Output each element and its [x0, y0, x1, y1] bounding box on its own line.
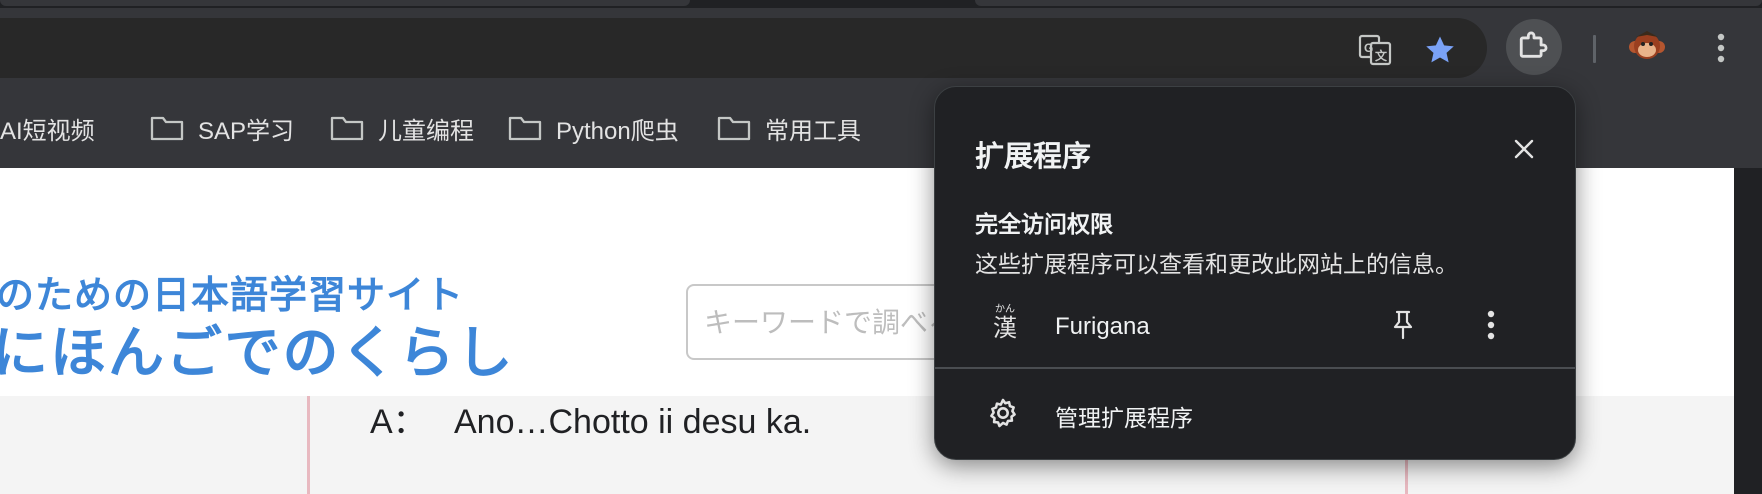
bookmark-folder[interactable]: AI短视频 [0, 110, 95, 146]
site-title[interactable]: にほんごでのくらし [0, 308, 515, 389]
browser-menu-button[interactable] [1703, 30, 1739, 66]
folder-icon [717, 116, 751, 141]
pin-button[interactable] [1383, 305, 1423, 345]
puzzle-piece-icon [1517, 28, 1551, 67]
extension-item[interactable]: かん 漢 Furigana [935, 289, 1575, 363]
folder-icon [330, 116, 364, 141]
content-border-left [307, 396, 310, 494]
dialog-text: Ano…Chotto ii desu ka. [454, 403, 812, 441]
bookmark-folder[interactable]: 常用工具 [717, 110, 861, 146]
pin-icon [1393, 310, 1413, 340]
svg-text:G: G [1364, 41, 1373, 55]
svg-text:文: 文 [1375, 48, 1388, 63]
address-bar[interactable]: G 文 [0, 18, 1487, 78]
folder-icon [508, 116, 542, 141]
bookmark-folder[interactable]: SAP学习 [150, 110, 294, 146]
more-options-button[interactable] [1471, 305, 1511, 345]
gear-icon [983, 393, 1023, 433]
dialog-line: A： Ano…Chotto ii desu ka. [370, 394, 811, 443]
tab[interactable] [975, 0, 1762, 6]
site-search[interactable] [686, 284, 946, 360]
star-filled-icon[interactable] [1422, 32, 1458, 68]
bookmark-folder-label: 常用工具 [765, 117, 861, 145]
tab-strip [0, 0, 1762, 8]
toolbar-divider [1593, 35, 1596, 63]
close-button[interactable] [1504, 129, 1544, 169]
extension-name: Furigana [1055, 313, 1150, 340]
profile-avatar[interactable] [1626, 26, 1668, 68]
bookmark-folder-label: SAP学习 [198, 117, 295, 145]
google-translate-icon[interactable]: G 文 [1357, 32, 1393, 68]
bookmark-folder-label: 儿童编程 [378, 117, 474, 145]
kebab-menu-icon [1717, 33, 1725, 63]
manage-extensions-label: 管理扩展程序 [1055, 405, 1193, 431]
browser-toolbar: G 文 [0, 8, 1762, 86]
divider [935, 367, 1575, 369]
kebab-menu-icon [1487, 310, 1495, 340]
search-input[interactable] [688, 286, 944, 358]
section-description: 这些扩展程序可以查看和更改此网站上的信息。 [975, 251, 1458, 277]
popup-title: 扩展程序 [975, 141, 1092, 173]
monkey-avatar-icon [1629, 31, 1665, 59]
furigana-icon: かん 漢 [993, 304, 1017, 343]
folder-icon [150, 116, 184, 141]
manage-extensions-item[interactable]: 管理扩展程序 [935, 371, 1575, 453]
bookmark-folder[interactable]: Python爬虫 [508, 110, 679, 146]
extensions-button[interactable] [1506, 19, 1562, 75]
bookmark-folder-label: Python爬虫 [556, 117, 679, 145]
tab[interactable] [0, 0, 690, 6]
bookmark-folder-label: AI短视频 [0, 117, 95, 145]
page-scrollbar[interactable] [1734, 168, 1762, 494]
bookmark-folder[interactable]: 儿童编程 [330, 110, 474, 146]
close-icon [1514, 139, 1534, 159]
section-title: 完全访问权限 [975, 211, 1113, 237]
dialog-speaker: A： [370, 403, 427, 441]
extensions-popup: 扩展程序 完全访问权限 这些扩展程序可以查看和更改此网站上的信息。 かん 漢 F… [934, 86, 1576, 460]
